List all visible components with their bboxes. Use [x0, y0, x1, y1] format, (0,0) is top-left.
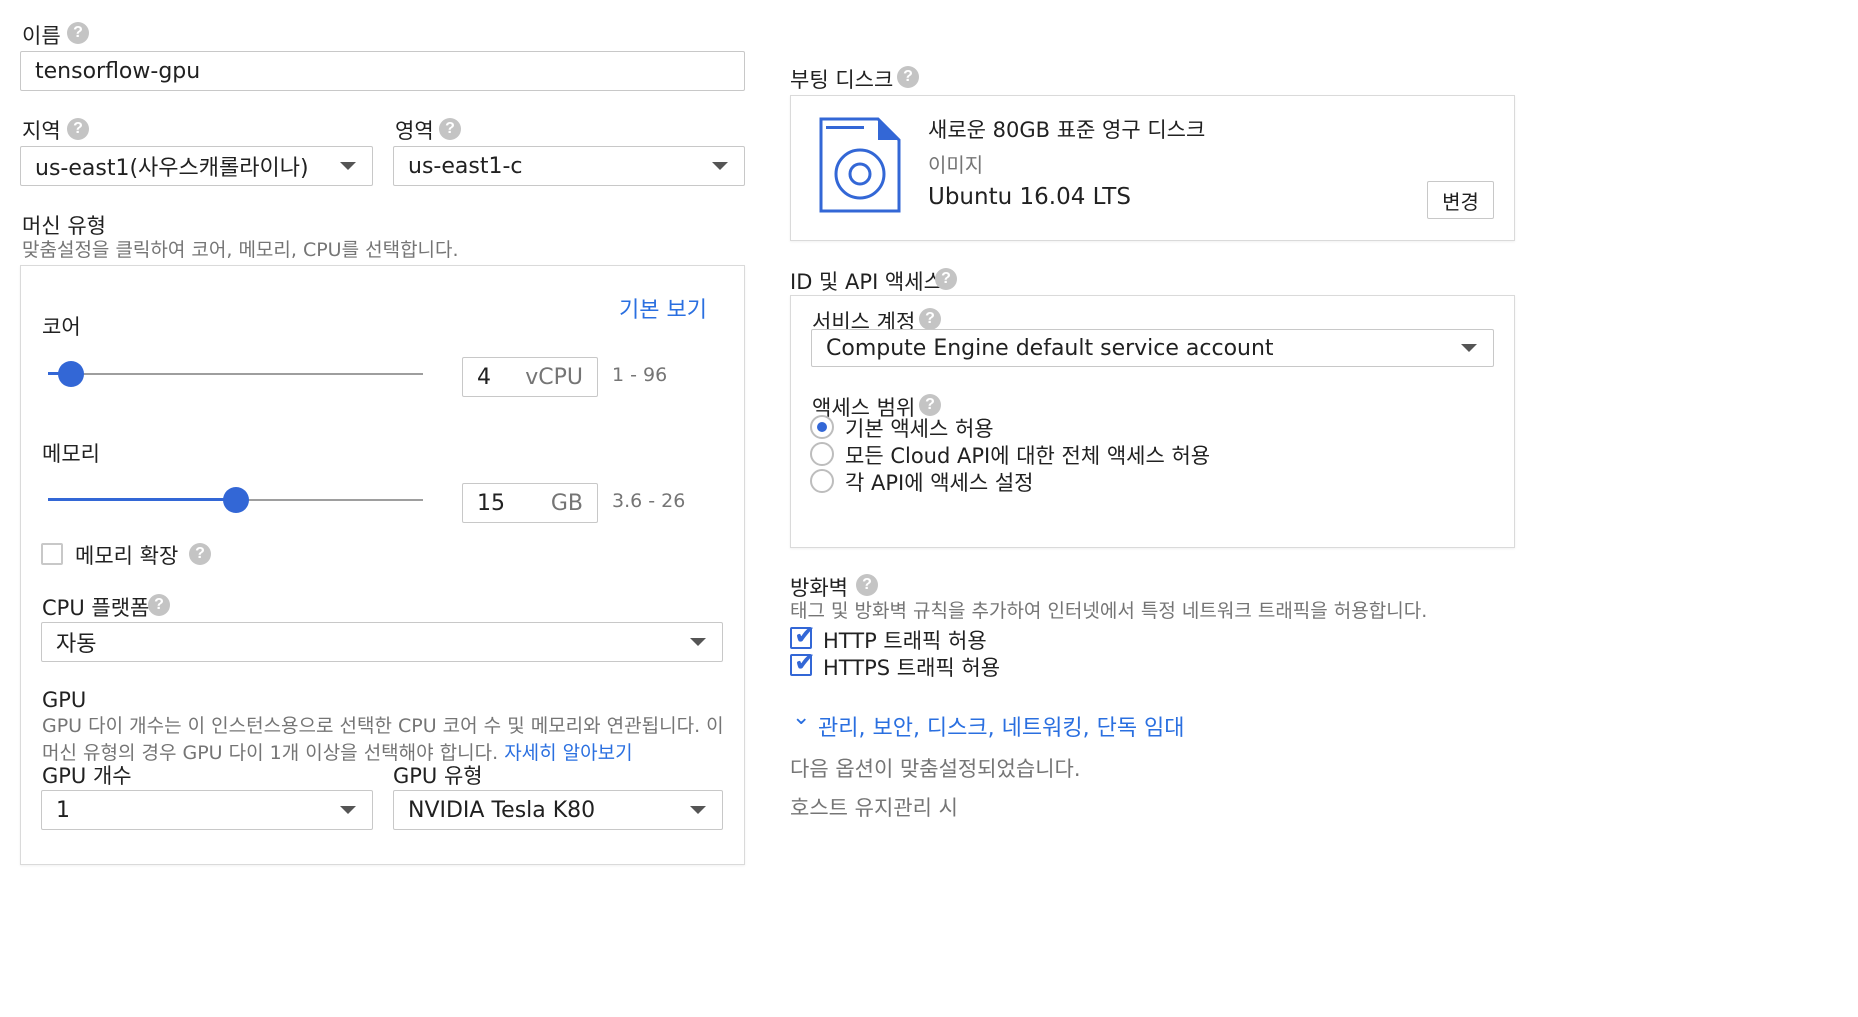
- cores-slider-handle[interactable]: [57, 361, 84, 387]
- memory-unit: GB: [550, 490, 583, 516]
- change-boot-disk-button[interactable]: 변경: [1427, 181, 1494, 219]
- cores-label: 코어: [42, 315, 81, 339]
- gpu-type-value: NVIDIA Tesla K80: [408, 797, 596, 823]
- learn-more-link[interactable]: 자세히 알아보기: [504, 742, 632, 764]
- gpu-type-select[interactable]: NVIDIA Tesla K80: [393, 790, 723, 830]
- region-select[interactable]: us-east1(사우스캐롤라이나): [20, 146, 373, 186]
- scope-radio-default[interactable]: [810, 415, 834, 439]
- firewall-hint: 태그 및 방화벽 규칙을 추가하여 인터넷에서 특정 네트워크 트래픽을 허용합…: [790, 600, 1428, 622]
- chevron-down-icon: [340, 162, 356, 170]
- scope-option-custom: 각 API에 액세스 설정: [845, 471, 1034, 495]
- gpu-type-label: GPU 유형: [393, 764, 483, 788]
- memory-value: 15: [477, 490, 505, 516]
- http-traffic-label: HTTP 트래픽 허용: [823, 629, 987, 653]
- cpu-platform-help-icon[interactable]: ?: [148, 594, 170, 616]
- gpu-count-select[interactable]: 1: [41, 790, 373, 830]
- chevron-down-icon[interactable]: ⌄: [792, 705, 810, 730]
- gpu-count-label: GPU 개수: [42, 764, 132, 788]
- name-help-icon[interactable]: ?: [67, 22, 89, 44]
- memory-input[interactable]: 15 GB: [462, 483, 598, 523]
- gpu-label: GPU: [42, 688, 87, 712]
- boot-disk-help-icon[interactable]: ?: [897, 66, 919, 88]
- chevron-down-icon: [690, 638, 706, 646]
- chevron-down-icon: [712, 162, 728, 170]
- extend-memory-label: 메모리 확장: [75, 544, 179, 568]
- region-help-icon[interactable]: ?: [67, 118, 89, 140]
- identity-label: ID 및 API 액세스: [790, 270, 943, 294]
- scope-option-full: 모든 Cloud API에 대한 전체 액세스 허용: [845, 444, 1211, 468]
- advanced-options-link[interactable]: 관리, 보안, 디스크, 네트워킹, 단독 임대: [818, 710, 1185, 742]
- identity-help-icon[interactable]: ?: [935, 268, 957, 290]
- name-input[interactable]: tensorflow-gpu: [20, 51, 745, 91]
- https-traffic-label: HTTPS 트래픽 허용: [823, 656, 1001, 680]
- checkmark-icon: ✔: [794, 648, 816, 678]
- cpu-platform-select[interactable]: 자동: [41, 622, 723, 662]
- basic-view-link[interactable]: 기본 보기: [619, 292, 707, 324]
- scope-option-default: 기본 액세스 허용: [845, 417, 994, 441]
- cores-unit: vCPU: [525, 364, 583, 390]
- scope-radio-full[interactable]: [810, 442, 834, 466]
- memory-slider-fill: [48, 498, 236, 501]
- http-traffic-checkbox[interactable]: ✔: [790, 621, 816, 651]
- extend-memory-help-icon[interactable]: ?: [189, 543, 211, 565]
- cores-range: 1 - 96: [612, 364, 668, 386]
- chevron-down-icon: [1461, 344, 1477, 352]
- region-label: 지역: [22, 119, 61, 143]
- cores-value: 4: [477, 364, 491, 390]
- disk-image-icon: [819, 117, 901, 213]
- zone-select[interactable]: us-east1-c: [393, 146, 745, 186]
- service-account-value: Compute Engine default service account: [826, 335, 1274, 361]
- host-maintenance-label: 호스트 유지관리 시: [790, 796, 958, 820]
- firewall-help-icon[interactable]: ?: [856, 574, 878, 596]
- zone-value: us-east1-c: [408, 153, 523, 179]
- checkmark-icon: ✔: [794, 621, 816, 651]
- memory-slider-handle[interactable]: [222, 487, 249, 513]
- memory-label: 메모리: [42, 442, 100, 466]
- customized-note: 다음 옵션이 맞춤설정되었습니다.: [790, 757, 1081, 781]
- https-traffic-checkbox[interactable]: ✔: [790, 648, 816, 678]
- extend-memory-checkbox[interactable]: [41, 543, 63, 565]
- boot-disk-label: 부팅 디스크: [790, 68, 894, 92]
- cpu-platform-value: 자동: [56, 632, 97, 657]
- gpu-count-value: 1: [56, 797, 70, 823]
- region-value: us-east1(사우스캐롤라이나): [35, 156, 309, 181]
- cores-input[interactable]: 4 vCPU: [462, 357, 598, 397]
- zone-help-icon[interactable]: ?: [439, 118, 461, 140]
- chevron-down-icon: [690, 806, 706, 814]
- memory-range: 3.6 - 26: [612, 490, 686, 512]
- boot-disk-image-value: Ubuntu 16.04 LTS: [928, 184, 1131, 210]
- name-label: 이름: [22, 24, 61, 48]
- gpu-description-line1: GPU 다이 개수는 이 인스턴스용으로 선택한 CPU 코어 수 및 메모리와…: [42, 715, 724, 737]
- service-account-select[interactable]: Compute Engine default service account: [811, 329, 1494, 367]
- chevron-down-icon: [340, 806, 356, 814]
- zone-label: 영역: [395, 119, 434, 143]
- boot-disk-title: 새로운 80GB 표준 영구 디스크: [928, 118, 1206, 142]
- cpu-platform-label: CPU 플랫폼: [42, 596, 150, 620]
- machine-type-hint: 맞춤설정을 클릭하여 코어, 메모리, CPU를 선택합니다.: [22, 239, 459, 261]
- service-account-help-icon[interactable]: ?: [919, 308, 941, 330]
- cores-slider-track[interactable]: [48, 373, 423, 375]
- boot-disk-image-label: 이미지: [928, 153, 984, 177]
- scope-radio-custom[interactable]: [810, 469, 834, 493]
